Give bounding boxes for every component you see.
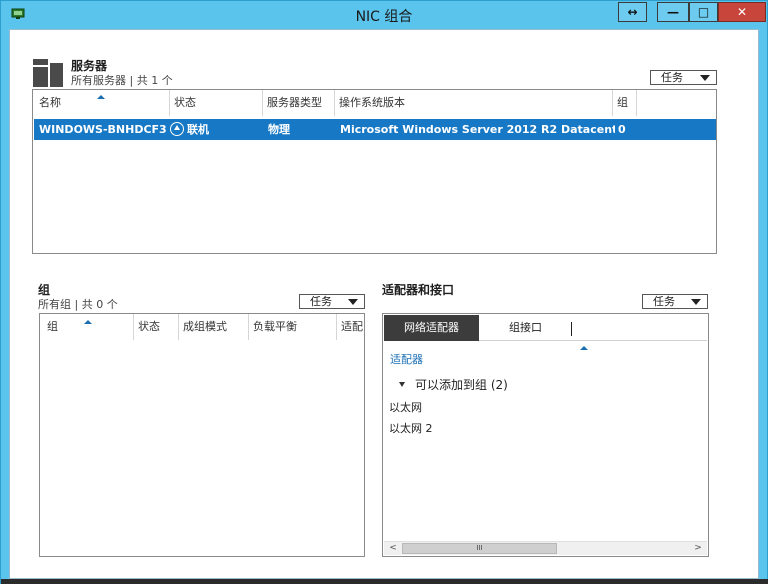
servers-tasks-label: 任务: [661, 71, 683, 84]
text-cursor: [571, 322, 572, 336]
col-header-load-balancing[interactable]: 负载平衡: [248, 314, 336, 340]
groups-subtitle: 所有组 | 共 0 个: [38, 298, 118, 311]
horizontal-scrollbar[interactable]: < III >: [384, 541, 707, 555]
servers-tasks-dropdown[interactable]: 任务: [650, 70, 717, 85]
dropdown-arrow-icon: [348, 299, 358, 305]
nic-teaming-window: NIC 组合 ↔ — □ ✕ 服务器 所有服务器 | 共 1 个 任务 名称 状…: [0, 0, 768, 584]
window-title: NIC 组合: [355, 9, 413, 25]
col-header-group[interactable]: 组: [43, 314, 133, 340]
col-header-os-version[interactable]: 操作系统版本: [334, 90, 612, 116]
status-online-icon: [170, 122, 184, 136]
adapters-tasks-label: 任务: [653, 295, 675, 308]
groups-grid[interactable]: 组 状态 成组模式 负载平衡 适配: [39, 313, 365, 557]
resize-button[interactable]: ↔: [618, 2, 647, 22]
title-bar[interactable]: NIC 组合 ↔ — □ ✕: [1, 1, 767, 29]
minimize-button[interactable]: —: [657, 2, 689, 22]
expand-triangle-icon[interactable]: [399, 382, 405, 387]
dropdown-arrow-icon: [691, 299, 701, 305]
col-header-adapter[interactable]: 适配器: [390, 351, 423, 367]
col-header-groups[interactable]: 组: [612, 90, 636, 116]
col-header-group-status[interactable]: 状态: [133, 314, 178, 340]
cell-os-version: Microsoft Windows Server 2012 R2 Datacen…: [340, 123, 615, 136]
col-header-status[interactable]: 状态: [169, 90, 262, 116]
adapters-panel[interactable]: 网络适配器 组接口 适配器 可以添加到组 (2) 以太网 以太网 2 < III…: [382, 313, 709, 557]
group-header-addable[interactable]: 可以添加到组 (2): [399, 376, 508, 393]
scroll-thumb[interactable]: III: [402, 543, 557, 554]
adapters-tasks-dropdown[interactable]: 任务: [642, 294, 708, 309]
col-header-name[interactable]: 名称: [35, 90, 169, 116]
close-button[interactable]: ✕: [718, 2, 766, 22]
tab-team-interfaces[interactable]: 组接口: [488, 315, 563, 341]
servers-subtitle: 所有服务器 | 共 1 个: [71, 74, 173, 87]
adapters-title: 适配器和接口: [382, 283, 455, 297]
adapters-tab-bar: 网络适配器 组接口: [384, 315, 707, 341]
col-header-adapters[interactable]: 适配: [336, 314, 364, 340]
taskbar-strip: [1, 579, 768, 584]
group-header-label: 可以添加到组 (2): [415, 378, 508, 392]
scroll-right-button[interactable]: >: [691, 542, 705, 555]
client-area: 服务器 所有服务器 | 共 1 个 任务 名称 状态 服务器类型 操作系统版本 …: [9, 29, 759, 579]
list-item[interactable]: 以太网: [389, 399, 422, 415]
col-header-server-type[interactable]: 服务器类型: [262, 90, 334, 116]
servers-grid[interactable]: 名称 状态 服务器类型 操作系统版本 组 WINDOWS-BNHDCF3 联机 …: [32, 89, 717, 254]
groups-tasks-label: 任务: [310, 295, 332, 308]
col-header-teaming-mode[interactable]: 成组模式: [178, 314, 248, 340]
list-item[interactable]: 以太网 2: [389, 420, 433, 436]
cell-status-text: 联机: [187, 123, 209, 136]
table-row-selected[interactable]: WINDOWS-BNHDCF3 联机 物理 Microsoft Windows …: [34, 119, 716, 140]
col-header-spacer: [636, 90, 716, 116]
dropdown-arrow-icon: [700, 75, 710, 81]
sort-ascending-icon: [580, 346, 588, 350]
server-icon: [33, 59, 63, 87]
scroll-left-button[interactable]: <: [386, 542, 400, 555]
groups-tasks-dropdown[interactable]: 任务: [299, 294, 365, 309]
cell-server-type: 物理: [268, 123, 290, 136]
cell-server-name: WINDOWS-BNHDCF3: [39, 123, 167, 136]
cell-groups: 0: [618, 123, 626, 136]
tab-network-adapters[interactable]: 网络适配器: [384, 315, 479, 341]
cell-status: 联机: [170, 119, 262, 140]
maximize-button[interactable]: □: [689, 2, 718, 22]
